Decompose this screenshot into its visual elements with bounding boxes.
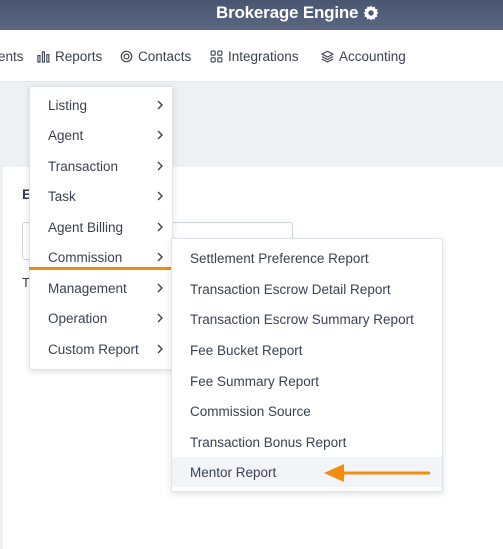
submenu-item-fee-summary[interactable]: Fee Summary Report [172, 366, 442, 396]
chevron-right-icon [157, 161, 163, 171]
submenu-item-fee-bucket[interactable]: Fee Bucket Report [172, 335, 442, 365]
commission-underline-annotation [29, 267, 173, 270]
brand-logo[interactable]: Brokerage Engine [216, 0, 380, 26]
nav-item-reports[interactable]: Reports [37, 30, 102, 82]
chevron-right-icon [157, 313, 163, 323]
chevron-right-icon [157, 252, 163, 262]
menu-item-transaction[interactable]: Transaction [30, 151, 172, 181]
submenu-item-commission-source[interactable]: Commission Source [172, 396, 442, 426]
bar-chart-icon [37, 50, 50, 63]
submenu-item-label: Transaction Escrow Detail Report [190, 281, 391, 297]
menu-item-label: Agent [48, 127, 84, 143]
submenu-item-transaction-bonus[interactable]: Transaction Bonus Report [172, 427, 442, 457]
menu-item-operation[interactable]: Operation [30, 303, 172, 333]
submenu-item-label: Fee Bucket Report [190, 342, 303, 358]
submenu-item-label: Commission Source [190, 403, 311, 419]
nav-item-contacts[interactable]: Contacts [120, 30, 191, 82]
submenu-item-label: Transaction Bonus Report [190, 434, 347, 450]
submenu-item-label: Transaction Escrow Summary Report [190, 311, 414, 327]
commission-submenu: Settlement Preference Report Transaction… [171, 238, 443, 492]
menu-item-management[interactable]: Management [30, 273, 172, 303]
menu-item-agent[interactable]: Agent [30, 120, 172, 150]
menu-item-label: Management [48, 280, 127, 296]
menu-item-label: Operation [48, 310, 108, 326]
reports-dropdown: Listing Agent Transaction Task Agent Bil… [29, 86, 173, 370]
submenu-item-settlement-preference[interactable]: Settlement Preference Report [172, 243, 442, 273]
chevron-right-icon [157, 191, 163, 201]
menu-item-label: Commission [48, 249, 123, 265]
menu-item-task[interactable]: Task [30, 181, 172, 211]
menu-item-agent-billing[interactable]: Agent Billing [30, 212, 172, 242]
gear-icon [363, 5, 379, 21]
chevron-right-icon [157, 283, 163, 293]
nav-item-agents[interactable]: ents [0, 30, 24, 82]
menu-item-listing[interactable]: Listing [30, 90, 172, 120]
main-nav: ents Reports Contacts Integrations Accou… [0, 30, 503, 82]
nav-item-accounting[interactable]: Accounting [321, 30, 406, 82]
target-icon [120, 50, 133, 62]
chevron-right-icon [157, 130, 163, 140]
nav-label: ents [0, 48, 24, 64]
submenu-item-label: Fee Summary Report [190, 373, 320, 389]
nav-label: Reports [55, 48, 103, 64]
nav-label: Accounting [339, 48, 406, 64]
submenu-item-escrow-detail[interactable]: Transaction Escrow Detail Report [172, 274, 442, 304]
chevron-right-icon [157, 344, 163, 354]
submenu-item-escrow-summary[interactable]: Transaction Escrow Summary Report [172, 304, 442, 334]
menu-item-label: Task [48, 188, 76, 204]
menu-item-label: Agent Billing [48, 219, 124, 235]
chevron-right-icon [157, 222, 163, 232]
submenu-item-label: Mentor Report [190, 464, 277, 480]
arrow-annotation-icon [324, 464, 430, 482]
menu-item-label: Custom Report [48, 341, 139, 357]
menu-item-custom-report[interactable]: Custom Report [30, 334, 172, 364]
menu-item-label: Listing [48, 97, 88, 113]
layers-icon [321, 50, 334, 62]
brand-name: Brokerage Engine [216, 3, 359, 22]
submenu-item-label: Settlement Preference Report [190, 250, 369, 266]
menu-item-label: Transaction [48, 158, 119, 174]
nav-label: Contacts [138, 48, 192, 64]
grid-icon [210, 50, 223, 62]
nav-label: Integrations [228, 48, 299, 64]
chevron-right-icon [157, 100, 163, 110]
top-bar: Brokerage Engine [0, 0, 503, 30]
nav-item-integrations[interactable]: Integrations [210, 30, 299, 82]
